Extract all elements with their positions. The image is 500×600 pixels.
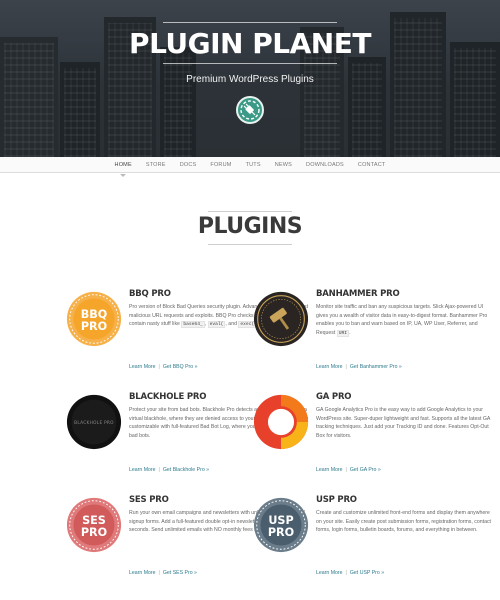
plugin-description: GA Google Analytics Pro is the easy way …	[316, 407, 491, 439]
learn-more-link[interactable]: Learn More	[129, 570, 156, 576]
code-snippet: eval(	[207, 321, 226, 329]
code-snippet: base64_	[181, 321, 205, 329]
plugin-links: Learn More | Get SES Pro »	[129, 570, 197, 576]
blackhole-pro-badge-icon[interactable]: BLACKHOLE PRO	[66, 394, 122, 450]
nav-item-tuts[interactable]: TUTS	[239, 157, 268, 173]
badge-text: BBQ	[81, 308, 108, 321]
badge-text: USP	[268, 514, 293, 527]
desc-text: .	[349, 329, 351, 336]
nav-item-contact[interactable]: CONTACT	[351, 157, 393, 173]
badge-text: PRO	[268, 526, 294, 539]
plugin-card-ga-pro: GA PRO GA Google Analytics Pro is the ea…	[253, 392, 496, 487]
plugin-title[interactable]: GA PRO	[316, 392, 496, 402]
nav-item-forum[interactable]: FORUM	[203, 157, 238, 173]
plugin-links: Learn More | Get BBQ Pro »	[129, 364, 198, 370]
nav-item-label: NEWS	[274, 162, 293, 168]
site-tagline: Premium WordPress Plugins	[186, 74, 314, 85]
get-plugin-link[interactable]: Get GA Pro »	[350, 467, 381, 473]
header-banner: PLUGIN PLANET Premium WordPress Plugins	[0, 0, 500, 157]
active-caret-icon	[120, 174, 127, 177]
nav-item-docs[interactable]: DOCS	[173, 157, 204, 173]
get-plugin-link[interactable]: Get BBQ Pro »	[163, 364, 198, 370]
learn-more-link[interactable]: Learn More	[316, 364, 343, 370]
badge-text: PRO	[81, 526, 107, 539]
plugin-links: Learn More | Get Blackhole Pro »	[129, 467, 210, 473]
learn-more-link[interactable]: Learn More	[129, 467, 156, 473]
plugin-description: Monitor site traffic and ban any suspici…	[316, 303, 496, 338]
ses-pro-badge-icon[interactable]: SES PRO	[66, 497, 122, 553]
nav-item-label: DOCS	[179, 162, 197, 168]
plugin-links: Learn More | Get USP Pro »	[316, 570, 385, 576]
nav-item-label: DOWNLOADS	[306, 162, 344, 168]
usp-pro-badge-icon[interactable]: USP PRO	[253, 497, 309, 553]
site-title[interactable]: PLUGIN PLANET	[0, 27, 500, 60]
plugin-card-banhammer-pro: BANHAMMER PRO Monitor site traffic and b…	[253, 289, 496, 384]
get-plugin-link[interactable]: Get SES Pro »	[163, 570, 197, 576]
desc-text: , and	[225, 321, 237, 328]
title-rule-top	[163, 22, 337, 23]
nav-item-label: FORUM	[210, 162, 232, 168]
title-rule-bottom	[163, 63, 337, 64]
badge-text: BLACKHOLE PRO	[74, 420, 114, 426]
learn-more-link[interactable]: Learn More	[316, 570, 343, 576]
code-snippet: URI	[336, 329, 350, 337]
plugin-title[interactable]: BANHAMMER PRO	[316, 289, 496, 299]
get-plugin-link[interactable]: Get Blackhole Pro »	[163, 467, 209, 473]
desc-text: ,	[204, 321, 207, 328]
plugin-description: Create and customize unlimited front-end…	[316, 510, 492, 534]
nav-item-label: HOME	[114, 162, 132, 168]
badge-text: SES	[82, 514, 106, 527]
main-nav: HOME STORE DOCS FORUM TUTS NEWS DOWNLOAD…	[0, 157, 500, 177]
nav-item-label: TUTS	[245, 162, 261, 168]
get-plugin-link[interactable]: Get Banhammer Pro »	[350, 364, 402, 370]
nav-item-label: CONTACT	[357, 162, 386, 168]
plug-icon[interactable]	[236, 96, 264, 124]
badge-text: PRO	[81, 320, 107, 333]
plugin-links: Learn More | Get Banhammer Pro »	[316, 364, 402, 370]
learn-more-link[interactable]: Learn More	[129, 364, 156, 370]
nav-item-home[interactable]: HOME	[108, 157, 139, 177]
section-rule-top	[208, 211, 292, 212]
nav-item-label: STORE	[145, 162, 166, 168]
nav-item-downloads[interactable]: DOWNLOADS	[299, 157, 351, 173]
learn-more-link[interactable]: Learn More	[316, 467, 343, 473]
ga-pro-badge-icon[interactable]	[253, 394, 309, 450]
section-rule-bottom	[208, 244, 292, 245]
plugin-links: Learn More | Get GA Pro »	[316, 467, 381, 473]
plugin-title[interactable]: USP PRO	[316, 495, 496, 505]
nav-item-news[interactable]: NEWS	[268, 157, 299, 173]
plugin-card-usp-pro: USP PRO USP PRO Create and customize unl…	[253, 495, 496, 590]
get-plugin-link[interactable]: Get USP Pro »	[350, 570, 384, 576]
banhammer-pro-badge-icon[interactable]	[253, 291, 309, 347]
nav-item-store[interactable]: STORE	[139, 157, 173, 173]
bbq-pro-badge-icon[interactable]: BBQ PRO	[66, 291, 122, 347]
section-title: PLUGINS	[197, 214, 303, 239]
